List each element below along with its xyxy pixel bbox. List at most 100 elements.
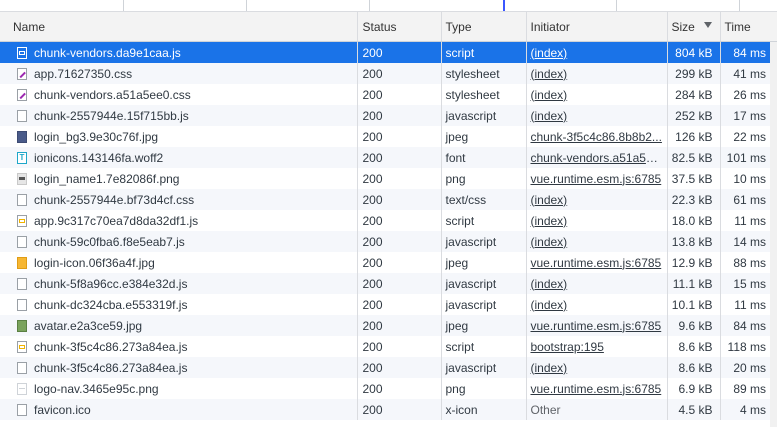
request-name-cell[interactable]: chunk-59c0fba6.f8e5eab7.js (0, 231, 358, 252)
request-name-cell[interactable]: login_bg3.9e30c76f.jpg (0, 126, 358, 147)
request-name[interactable]: login-icon.06f36a4f.jpg (34, 256, 155, 270)
time-cell: 22 ms (733, 129, 766, 144)
request-name[interactable]: app.9c317c70ea7d8da32df1.js (34, 214, 198, 228)
initiator-link[interactable]: (index) (531, 361, 568, 375)
request-name-cell[interactable]: chunk-vendors.a51a5ee0.css (0, 84, 358, 105)
request-name-cell[interactable]: chunk-2557944e.bf73d4cf.css (0, 189, 358, 210)
request-name[interactable]: chunk-2557944e.15f715bb.js (34, 109, 189, 123)
request-name[interactable]: chunk-59c0fba6.f8e5eab7.js (34, 235, 185, 249)
request-row[interactable]: login_name1.7e82086f.png 200 png vue.runtim… (0, 168, 777, 189)
initiator-cell[interactable]: vue.runtime.esm.js:6785 (526, 315, 668, 336)
initiator-link[interactable]: chunk-3f5c4c86.8b8b2... (531, 130, 662, 144)
js-file-icon (17, 214, 27, 227)
column-header-size[interactable]: Size (667, 12, 721, 42)
initiator-link[interactable]: (index) (531, 88, 568, 102)
initiator-cell[interactable]: (index) (526, 41, 668, 63)
request-name-cell[interactable]: app.71627350.css (0, 63, 358, 84)
column-header-initiator[interactable]: Initiator (526, 12, 668, 42)
initiator-cell[interactable]: vue.runtime.esm.js:6785 (526, 168, 668, 189)
request-name-cell[interactable]: login-icon.06f36a4f.jpg (0, 252, 358, 273)
request-row[interactable]: login-icon.06f36a4f.jpg 200 jpeg vue.runtim… (0, 252, 777, 273)
request-name-cell[interactable]: chunk-2557944e.15f715bb.js (0, 105, 358, 126)
initiator-link[interactable]: vue.runtime.esm.js:6785 (531, 319, 662, 333)
request-name[interactable]: login_bg3.9e30c76f.jpg (34, 130, 158, 144)
initiator-link[interactable]: vue.runtime.esm.js:6785 (531, 382, 662, 396)
initiator-link[interactable]: bootstrap:195 (531, 340, 604, 354)
initiator-link[interactable]: chunk-vendors.a51a5e... (531, 151, 663, 165)
size-cell: 22.3 kB (667, 189, 721, 210)
request-row[interactable]: app.9c317c70ea7d8da32df1.js 200 script (ind… (0, 210, 777, 231)
request-row[interactable]: app.71627350.css 200 stylesheet (index) 299 … (0, 63, 777, 84)
column-header-time[interactable]: Time (720, 12, 777, 42)
request-name-cell[interactable]: app.9c317c70ea7d8da32df1.js (0, 210, 358, 231)
request-name[interactable]: chunk-vendors.a51a5ee0.css (34, 88, 191, 102)
initiator-link[interactable]: (index) (531, 298, 568, 312)
request-row[interactable]: chunk-vendors.da9e1caa.js 200 script (index… (0, 41, 777, 63)
request-name[interactable]: chunk-3f5c4c86.273a84ea.js (34, 340, 187, 354)
column-header-name[interactable]: Name (0, 12, 358, 42)
request-name-cell[interactable]: chunk-5f8a96cc.e384e32d.js (0, 273, 358, 294)
initiator-cell[interactable]: (index) (526, 63, 668, 84)
initiator-cell[interactable]: vue.runtime.esm.js:6785 (526, 252, 668, 273)
initiator-link[interactable]: (index) (531, 214, 568, 228)
column-header-status[interactable]: Status (357, 12, 442, 42)
request-row[interactable]: avatar.e2a3ce59.jpg 200 jpeg vue.runtime.es… (0, 315, 777, 336)
request-row[interactable]: chunk-59c0fba6.f8e5eab7.js 200 javascript (… (0, 231, 777, 252)
vertical-scrollbar[interactable] (770, 42, 777, 427)
request-name[interactable]: favicon.ico (34, 403, 91, 417)
initiator-link[interactable]: vue.runtime.esm.js:6785 (531, 172, 662, 186)
column-header-type[interactable]: Type (441, 12, 527, 42)
request-name[interactable]: login_name1.7e82086f.png (34, 172, 179, 186)
request-name[interactable]: chunk-2557944e.bf73d4cf.css (34, 193, 194, 207)
initiator-cell[interactable]: chunk-vendors.a51a5e... (526, 147, 668, 168)
request-row[interactable]: chunk-vendors.a51a5ee0.css 200 stylesheet (… (0, 84, 777, 105)
initiator-link[interactable]: (index) (531, 46, 568, 60)
request-row[interactable]: Tionicons.143146fa.woff2 200 font chunk-ven… (0, 147, 777, 168)
initiator-link[interactable]: (index) (531, 277, 568, 291)
request-name-cell[interactable]: favicon.ico (0, 399, 358, 420)
initiator-cell[interactable]: (index) (526, 294, 668, 315)
initiator-cell[interactable]: (index) (526, 105, 668, 126)
request-row[interactable]: chunk-5f8a96cc.e384e32d.js 200 javascript (… (0, 273, 777, 294)
request-name[interactable]: chunk-5f8a96cc.e384e32d.js (34, 277, 187, 291)
request-row[interactable]: favicon.ico 200 x-icon Other 4.5 kB 4 ms (0, 399, 777, 420)
initiator-link[interactable]: vue.runtime.esm.js:6785 (531, 256, 662, 270)
request-row[interactable]: chunk-2557944e.bf73d4cf.css 200 text/css (i… (0, 189, 777, 210)
css-file-icon (17, 67, 27, 80)
initiator-cell[interactable]: (index) (526, 357, 668, 378)
initiator-link[interactable]: (index) (531, 235, 568, 249)
initiator-cell[interactable]: chunk-3f5c4c86.8b8b2... (526, 126, 668, 147)
request-name-cell[interactable]: Tionicons.143146fa.woff2 (0, 147, 358, 168)
request-name-cell[interactable]: chunk-dc324cba.e553319f.js (0, 294, 358, 315)
request-name-cell[interactable]: avatar.e2a3ce59.jpg (0, 315, 358, 336)
request-name[interactable]: logo-nav.3465e95c.png (34, 382, 159, 396)
request-name[interactable]: chunk-vendors.da9e1caa.js (34, 46, 181, 60)
initiator-cell[interactable]: (index) (526, 189, 668, 210)
request-name-cell[interactable]: chunk-3f5c4c86.273a84ea.js (0, 357, 358, 378)
request-name[interactable]: ionicons.143146fa.woff2 (34, 151, 163, 165)
initiator-cell[interactable]: vue.runtime.esm.js:6785 (526, 378, 668, 399)
initiator-cell[interactable]: (index) (526, 84, 668, 105)
request-name-cell[interactable]: login_name1.7e82086f.png (0, 168, 358, 189)
initiator-cell[interactable]: (index) (526, 273, 668, 294)
initiator-cell[interactable]: (index) (526, 231, 668, 252)
initiator-link[interactable]: (index) (531, 67, 568, 81)
request-row[interactable]: login_bg3.9e30c76f.jpg 200 jpeg chunk-3f5c4… (0, 126, 777, 147)
request-name[interactable]: app.71627350.css (34, 67, 132, 81)
request-name[interactable]: avatar.e2a3ce59.jpg (34, 319, 142, 333)
request-name[interactable]: chunk-dc324cba.e553319f.js (34, 298, 187, 312)
request-row[interactable]: chunk-3f5c4c86.273a84ea.js 200 script boots… (0, 336, 777, 357)
request-name[interactable]: chunk-3f5c4c86.273a84ea.js (34, 361, 187, 375)
request-row[interactable]: logo-nav.3465e95c.png 200 png vue.runtime.e… (0, 378, 777, 399)
request-row[interactable]: chunk-2557944e.15f715bb.js 200 javascript (… (0, 105, 777, 126)
initiator-cell[interactable]: bootstrap:195 (526, 336, 668, 357)
document-icon (17, 298, 27, 311)
initiator-link[interactable]: (index) (531, 109, 568, 123)
initiator-cell[interactable]: (index) (526, 210, 668, 231)
request-name-cell[interactable]: logo-nav.3465e95c.png (0, 378, 358, 399)
request-row[interactable]: chunk-dc324cba.e553319f.js 200 javascript (… (0, 294, 777, 315)
request-name-cell[interactable]: chunk-vendors.da9e1caa.js (0, 41, 358, 63)
initiator-link[interactable]: (index) (531, 193, 568, 207)
request-name-cell[interactable]: chunk-3f5c4c86.273a84ea.js (0, 336, 358, 357)
request-row[interactable]: chunk-3f5c4c86.273a84ea.js 200 javascript (… (0, 357, 777, 378)
